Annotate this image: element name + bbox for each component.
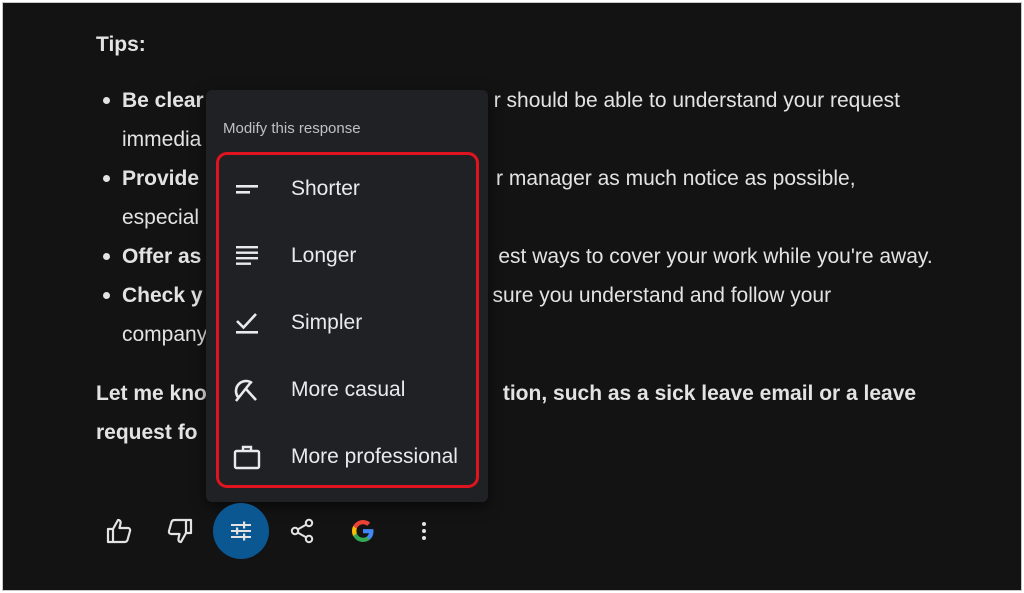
briefcase-icon — [233, 443, 261, 471]
tip-bold: Provide — [122, 167, 200, 190]
google-check-button[interactable] — [335, 503, 391, 559]
menu-item-more-casual[interactable]: More casual — [219, 356, 476, 423]
closing-text: request fo — [96, 421, 198, 444]
long-text-icon — [233, 242, 261, 270]
modify-response-menu: Modify this response Shorter Longer Simp… — [206, 90, 488, 502]
thumb-up-button[interactable] — [91, 503, 147, 559]
menu-item-simpler[interactable]: Simpler — [219, 289, 476, 356]
check-underline-icon — [233, 309, 261, 337]
tip-text: est ways to cover your work while you're… — [498, 245, 933, 268]
thumb-down-button[interactable] — [152, 503, 208, 559]
share-button[interactable] — [274, 503, 330, 559]
tune-icon — [228, 518, 254, 544]
thumb-up-icon — [105, 517, 133, 545]
share-icon — [289, 518, 315, 544]
more-options-button[interactable] — [396, 503, 452, 559]
menu-item-label: Shorter — [291, 176, 360, 200]
tips-heading: Tips: — [96, 33, 146, 56]
menu-item-shorter[interactable]: Shorter — [219, 155, 476, 222]
menu-item-label: More professional — [291, 444, 458, 468]
modify-response-button[interactable] — [213, 503, 269, 559]
tip-text: r manager as much notice as possible, — [496, 167, 856, 190]
response-action-bar — [91, 503, 457, 559]
tip-text: immedia — [122, 128, 202, 151]
app-window: Tips: Be clear r should be able to unders… — [2, 2, 1022, 591]
thumb-down-icon — [166, 517, 194, 545]
tip-text: especial — [122, 206, 200, 229]
tip-text: company — [122, 323, 208, 346]
tip-text: r should be able to understand your requ… — [493, 89, 901, 112]
google-icon — [349, 517, 377, 545]
more-vert-icon — [420, 519, 428, 543]
closing-text: Let me kno — [96, 382, 207, 405]
menu-item-label: Simpler — [291, 310, 363, 334]
tip-text: sure you understand and follow your — [492, 284, 832, 307]
short-text-icon — [233, 175, 261, 203]
tip-bold: Be clear — [122, 89, 204, 112]
menu-title: Modify this response — [223, 120, 361, 137]
modify-options-highlight: Shorter Longer Simpler More casual More … — [216, 152, 479, 488]
menu-item-label: Longer — [291, 243, 357, 267]
closing-text: tion, such as a sick leave email or a le… — [502, 382, 917, 405]
menu-item-more-professional[interactable]: More professional — [219, 423, 476, 490]
tip-bold: Offer as — [122, 245, 202, 268]
casual-icon — [233, 376, 261, 404]
tip-bold: Check y — [122, 284, 203, 307]
menu-item-longer[interactable]: Longer — [219, 222, 476, 289]
menu-item-label: More casual — [291, 377, 406, 401]
